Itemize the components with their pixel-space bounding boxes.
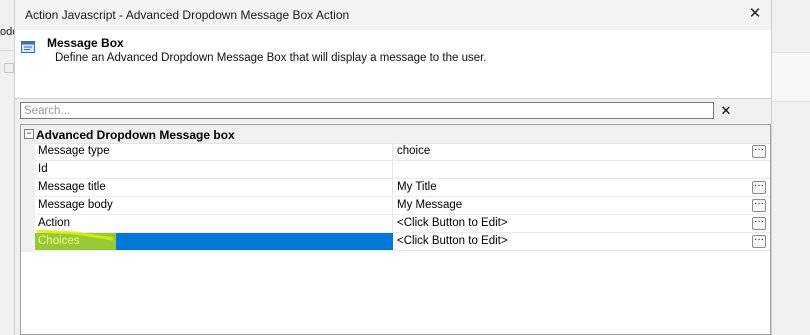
property-row-choices[interactable]: Choices <Click Button to Edit> ··· <box>35 233 770 251</box>
close-icon[interactable]: ✕ <box>747 6 763 22</box>
edit-button[interactable]: ··· <box>752 181 766 194</box>
background-strip <box>772 52 810 102</box>
grid-gutter <box>21 143 35 252</box>
property-value: My Message <box>397 199 463 211</box>
property-grid: − Advanced Dropdown Message box Message … <box>20 124 771 335</box>
dialog-title: Action Javascript - Advanced Dropdown Me… <box>25 8 350 22</box>
property-value: <Click Button to Edit> <box>397 235 508 247</box>
search-row: ✕ <box>20 102 768 122</box>
property-name-cell: Choices <box>35 233 393 250</box>
edit-button[interactable]: ··· <box>752 199 766 212</box>
edit-button[interactable]: ··· <box>752 145 766 158</box>
property-value: <Click Button to Edit> <box>397 217 508 229</box>
search-input[interactable] <box>20 102 714 119</box>
category-header: − Advanced Dropdown Message box <box>21 125 770 144</box>
property-name: Message body <box>38 199 113 211</box>
edit-button[interactable]: ··· <box>752 217 766 230</box>
header-title: Message Box <box>47 36 124 50</box>
property-name: Message title <box>38 181 106 193</box>
property-value-cell[interactable]: choice <box>397 143 749 160</box>
clear-search-icon[interactable]: ✕ <box>720 102 732 119</box>
message-box-icon <box>21 41 35 53</box>
property-value-cell[interactable] <box>397 161 749 178</box>
property-row-id[interactable]: Id <box>35 161 770 179</box>
title-bar: Action Javascript - Advanced Dropdown Me… <box>15 0 771 30</box>
property-value-cell[interactable]: My Message <box>397 197 749 214</box>
header-description: Define an Advanced Dropdown Message Box … <box>55 52 487 64</box>
property-name-cell: Message type <box>35 143 393 160</box>
property-name-cell: Action <box>35 215 393 232</box>
property-name: Action <box>38 217 70 229</box>
background-toolbar-icon <box>4 63 14 73</box>
property-row-action[interactable]: Action <Click Button to Edit> ··· <box>35 215 770 233</box>
property-name: Id <box>38 163 48 175</box>
property-value-cell[interactable]: <Click Button to Edit> <box>397 215 749 232</box>
action-dialog: Action Javascript - Advanced Dropdown Me… <box>14 0 772 335</box>
property-row-message-body[interactable]: Message body My Message ··· <box>35 197 770 215</box>
property-name: Choices <box>38 235 80 247</box>
category-title: Advanced Dropdown Message box <box>36 128 235 142</box>
property-name-cell: Id <box>35 161 393 178</box>
header-panel: Message Box Define an Advanced Dropdown … <box>15 30 771 99</box>
collapse-toggle[interactable]: − <box>24 129 34 139</box>
property-name-cell: Message title <box>35 179 393 196</box>
property-row-message-title[interactable]: Message title My Title ··· <box>35 179 770 197</box>
property-value: My Title <box>397 181 437 193</box>
property-name-cell: Message body <box>35 197 393 214</box>
property-value-cell[interactable]: <Click Button to Edit> <box>397 233 749 250</box>
background-app-right <box>772 0 810 335</box>
property-value-cell[interactable]: My Title <box>397 179 749 196</box>
property-name: Message type <box>38 145 110 157</box>
property-value: choice <box>397 145 431 157</box>
edit-button[interactable]: ··· <box>752 235 766 248</box>
property-row-message-type[interactable]: Message type choice ··· <box>35 143 770 161</box>
